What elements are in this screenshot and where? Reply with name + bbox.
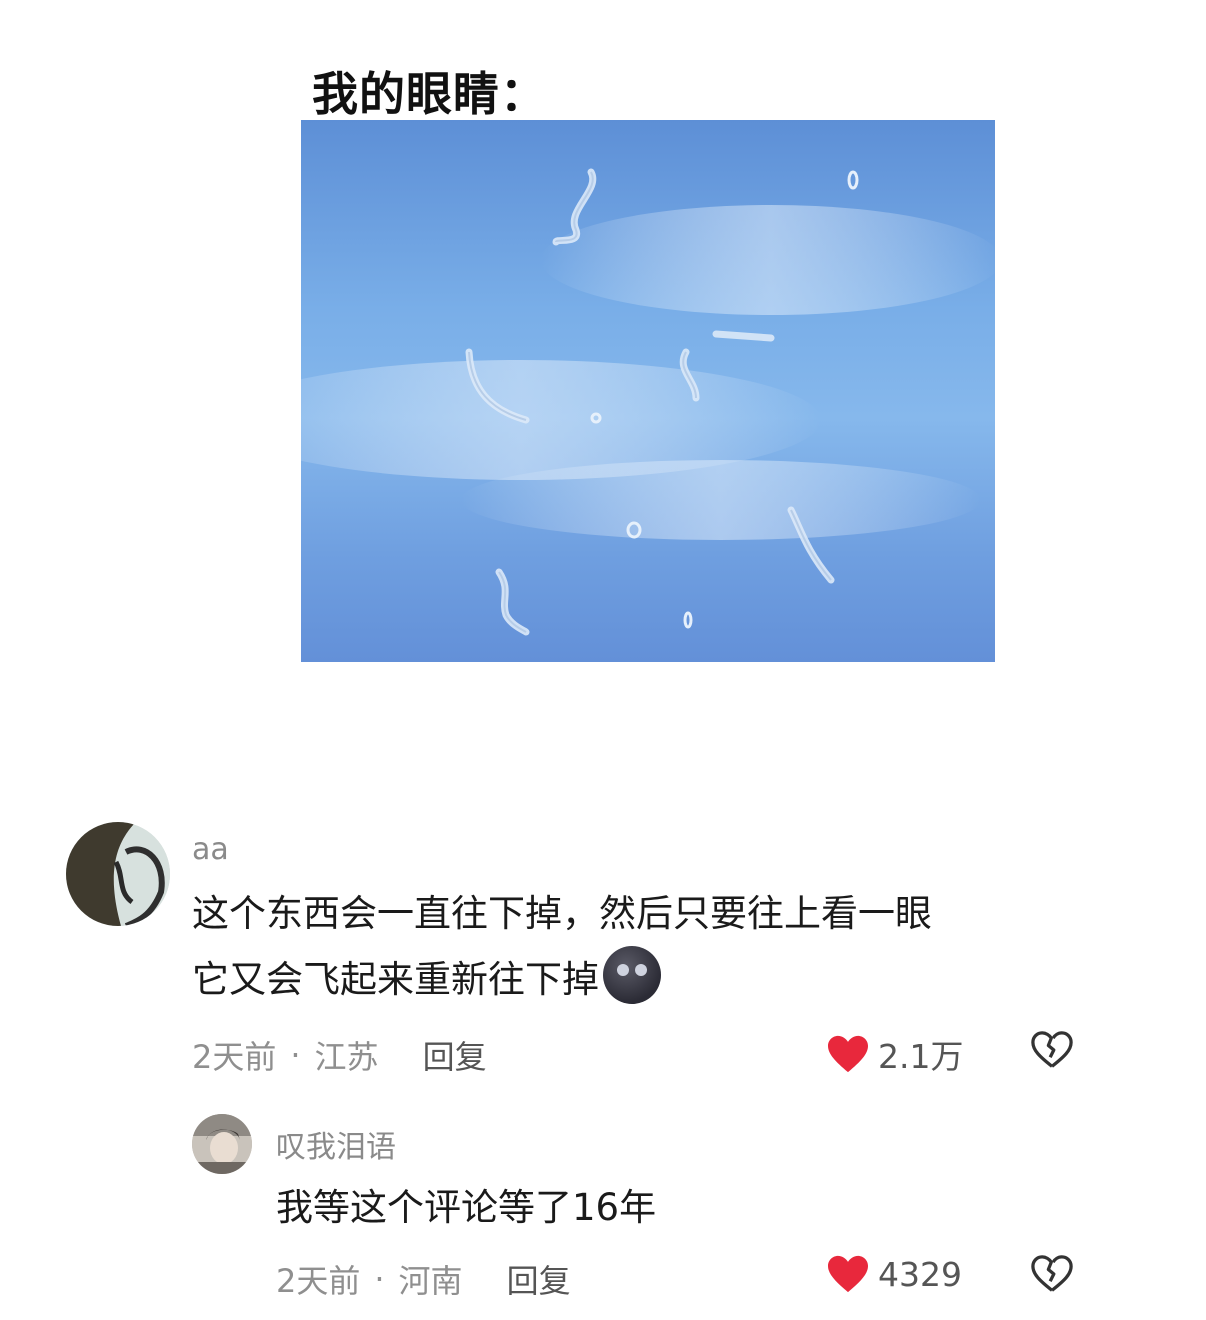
heart-icon	[828, 1255, 868, 1293]
avatar[interactable]	[192, 1114, 252, 1174]
comment-text-line: 它又会飞起来重新往下掉	[192, 946, 932, 1012]
reply-username[interactable]: 叹我泪语	[276, 1122, 396, 1166]
reply-button[interactable]: 回复	[507, 1256, 571, 1302]
post-title: 我的眼睛：	[312, 67, 547, 121]
dislike-button[interactable]	[1030, 1254, 1074, 1298]
reply-time: 2天前	[276, 1262, 361, 1300]
reply-meta: 2天前 · 河南 回复	[276, 1256, 571, 1302]
comment-time: 2天前	[192, 1038, 277, 1076]
reply-button[interactable]: 回复	[423, 1032, 487, 1078]
comment-meta: 2天前 · 江苏 回复	[192, 1032, 487, 1078]
like-count: 4329	[878, 1254, 962, 1294]
like-count: 2.1万	[878, 1037, 964, 1076]
reply-text: 我等这个评论等了16年	[276, 1186, 657, 1229]
broken-heart-icon	[1031, 1255, 1073, 1292]
comment-text: 这个东西会一直往下掉，然后只要往上看一眼 它又会飞起来重新往下掉	[192, 882, 932, 1012]
meta-separator: ·	[290, 1036, 301, 1074]
avatar[interactable]	[66, 822, 170, 926]
dislike-button[interactable]	[1030, 1030, 1074, 1074]
comment-location: 江苏	[314, 1038, 379, 1076]
meta-separator: ·	[374, 1260, 385, 1298]
comment-text-line: 这个东西会一直往下掉，然后只要往上看一眼	[192, 892, 932, 935]
eye-floaters-graphic	[301, 168, 995, 636]
broken-heart-icon	[1031, 1031, 1073, 1068]
dark-blob-emoji-icon	[603, 946, 661, 1004]
like-button[interactable]: 4329	[826, 1254, 962, 1294]
comment-username[interactable]: aa	[192, 832, 229, 867]
post-image-sky-floaters[interactable]	[301, 120, 995, 662]
reply-location: 河南	[398, 1262, 463, 1300]
like-button[interactable]: 2.1万	[826, 1030, 963, 1078]
avatar-image	[192, 1114, 252, 1174]
heart-icon	[828, 1035, 868, 1073]
avatar-image	[66, 822, 170, 926]
